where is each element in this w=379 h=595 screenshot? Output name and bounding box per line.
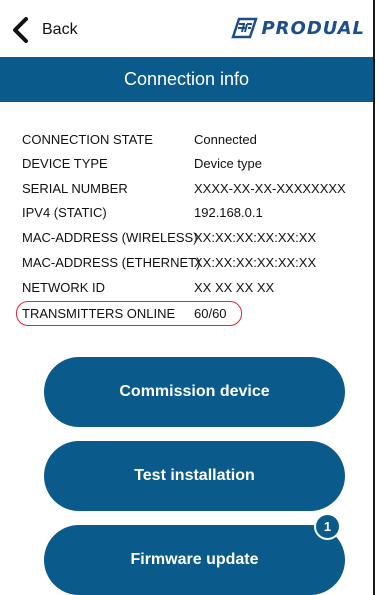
info-row-connection-state: CONNECTION STATE Connected <box>22 130 362 150</box>
info-key: MAC-ADDRESS (ETHERNET) <box>22 255 201 270</box>
info-key: SERIAL NUMBER <box>22 181 128 196</box>
info-value: XX:XX:XX:XX:XX:XX <box>194 255 317 270</box>
info-key: IPV4 (STATIC) <box>22 205 107 220</box>
info-value: Connected <box>194 132 257 147</box>
brand-wordmark: PRODUAL <box>261 17 365 39</box>
firmware-update-button[interactable]: Firmware update 1 <box>44 513 345 595</box>
info-value: XXXX-XX-XX-XXXXXXXX <box>194 181 346 196</box>
produal-logo-icon <box>231 17 259 39</box>
page-title: Connection info <box>0 57 373 102</box>
info-value: XX XX XX XX <box>194 280 275 295</box>
info-key: DEVICE TYPE <box>22 156 108 171</box>
info-value: 192.168.0.1 <box>194 205 263 220</box>
info-row-serial-number: SERIAL NUMBER XXXX-XX-XX-XXXXXXXX <box>22 179 362 199</box>
firmware-update-label: Firmware update <box>130 551 259 568</box>
top-bar: Back PRODUAL <box>0 0 373 57</box>
test-installation-button[interactable]: Test installation <box>44 441 345 511</box>
info-value: XX:XX:XX:XX:XX:XX <box>194 230 317 245</box>
info-key: CONNECTION STATE <box>22 132 153 147</box>
info-row-mac-ethernet: MAC-ADDRESS (ETHERNET) XX:XX:XX:XX:XX:XX <box>22 253 362 273</box>
app-screen: Back PRODUAL Connection info CONNECTION … <box>0 0 375 595</box>
info-row-mac-wireless: MAC-ADDRESS (WIRELESS) XX:XX:XX:XX:XX:XX <box>22 228 362 248</box>
back-label: Back <box>42 21 78 38</box>
info-key: NETWORK ID <box>22 280 106 295</box>
info-value: Device type <box>194 156 262 171</box>
chevron-left-icon <box>13 17 28 43</box>
info-key: MAC-ADDRESS (WIRELESS) <box>22 230 198 245</box>
info-row-network-id: NETWORK ID XX XX XX XX <box>22 278 362 298</box>
brand-logo: PRODUAL <box>230 17 365 39</box>
info-row-ipv4: IPV4 (STATIC) 192.168.0.1 <box>22 203 362 223</box>
info-row-device-type: DEVICE TYPE Device type <box>22 154 362 174</box>
transmitters-highlight <box>16 301 242 326</box>
back-button[interactable]: Back <box>10 16 78 44</box>
commission-device-button[interactable]: Commission device <box>44 357 345 427</box>
notification-badge: 1 <box>314 513 341 540</box>
